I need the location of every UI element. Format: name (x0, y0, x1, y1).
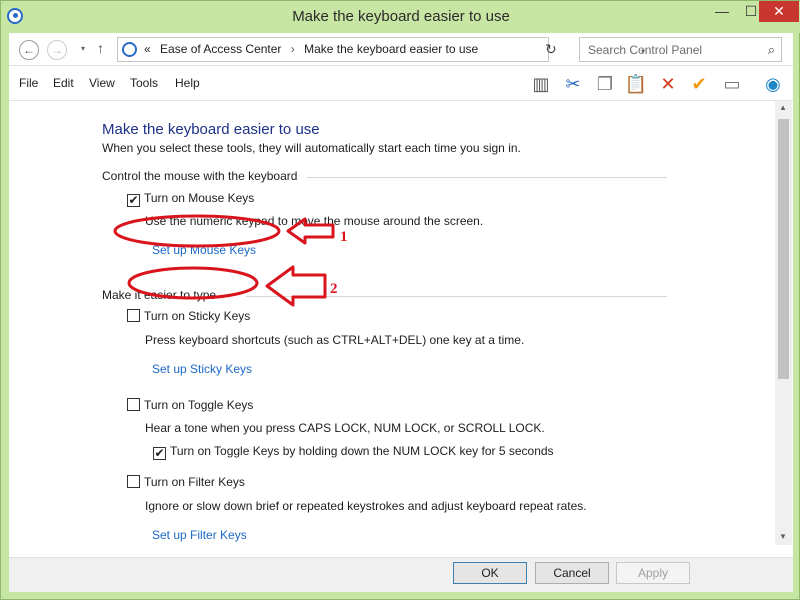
annotation-label-2: 2 (330, 281, 338, 297)
globe-icon[interactable]: ◉ (761, 72, 785, 96)
ok-button[interactable]: OK (453, 562, 527, 584)
breadcrumb-separator[interactable]: › (291, 42, 295, 56)
minimize-button[interactable]: — (708, 1, 736, 22)
delete-icon[interactable]: ✕ (656, 72, 680, 96)
annotation-ellipse-setup-link (127, 266, 259, 300)
annotation-label-1: 1 (340, 229, 348, 245)
breadcrumb: « Ease of Access Center › Make the keybo… (144, 42, 484, 56)
menu-view[interactable]: View (89, 76, 115, 90)
breadcrumb-prefix[interactable]: « (144, 42, 151, 56)
layout-icon[interactable]: ▥ (529, 72, 553, 96)
location-icon (122, 42, 137, 57)
search-input[interactable]: Search Control Panel ⌕ (579, 37, 782, 62)
arrow-right-icon: → (51, 43, 63, 57)
cut-icon[interactable]: ✂ (561, 72, 585, 96)
check-icon[interactable]: ✔ (687, 72, 711, 96)
vertical-scrollbar[interactable]: ▲ ▼ (775, 101, 792, 545)
apply-button[interactable]: Apply (616, 562, 690, 584)
window-title: Make the keyboard easier to use (292, 8, 510, 25)
recent-locations-dropdown[interactable]: ▾ (81, 44, 85, 53)
window-body: ← → ▾ ↑ « Ease of Access Center › Make t… (9, 33, 793, 561)
main-content: Make the keyboard easier to use When you… (9, 101, 775, 545)
menu-edit[interactable]: Edit (53, 76, 74, 90)
menu-help[interactable]: Help (175, 76, 200, 90)
annotation-ellipse-mouse-keys (113, 214, 281, 248)
properties-icon[interactable]: ▭ (720, 72, 744, 96)
annotation-arrow-1 (286, 217, 335, 245)
cancel-button[interactable]: Cancel (535, 562, 609, 584)
search-placeholder: Search Control Panel (588, 43, 703, 57)
copy-icon[interactable]: ❐ (593, 72, 617, 96)
annotation-overlay: 1 2 (113, 214, 348, 307)
scroll-up-icon[interactable]: ▲ (779, 103, 787, 112)
back-button[interactable]: ← (19, 40, 39, 60)
up-button[interactable]: ↑ (97, 40, 104, 56)
arrow-left-icon: ← (23, 43, 35, 57)
menu-tools[interactable]: Tools (130, 76, 158, 90)
close-button[interactable]: ✕ (759, 1, 799, 22)
annotation-arrow-2 (265, 265, 327, 307)
paste-icon[interactable]: 📋 (624, 72, 648, 96)
address-bar-row: ← → ▾ ↑ « Ease of Access Center › Make t… (9, 33, 793, 66)
search-icon[interactable]: ⌕ (768, 42, 775, 58)
breadcrumb-current[interactable]: Make the keyboard easier to use (304, 42, 478, 56)
title-bar[interactable]: Make the keyboard easier to use — ☐ ✕ (1, 1, 800, 33)
scroll-thumb[interactable] (778, 119, 789, 379)
menu-bar: File Edit View Tools Help ▥ ✂ ❐ 📋 ✕ ✔ ▭ … (9, 66, 793, 101)
dialog-button-bar: OK Cancel Apply (9, 557, 793, 592)
menu-file[interactable]: File (19, 76, 38, 90)
refresh-button[interactable]: ↻ (545, 41, 557, 58)
refresh-icon: ↻ (545, 41, 557, 57)
forward-button[interactable]: → (47, 40, 67, 60)
scroll-down-icon[interactable]: ▼ (779, 532, 787, 541)
address-field[interactable]: « Ease of Access Center › Make the keybo… (117, 37, 645, 62)
breadcrumb-ease-of-access[interactable]: Ease of Access Center (160, 42, 281, 56)
control-panel-window: Make the keyboard easier to use — ☐ ✕ ← … (0, 0, 800, 600)
